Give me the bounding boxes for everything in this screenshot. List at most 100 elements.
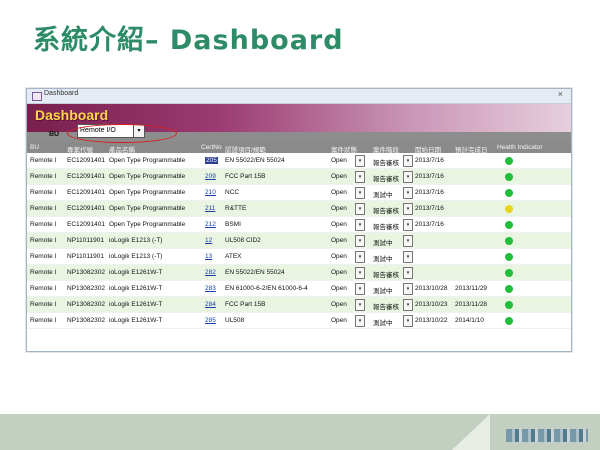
health-indicator-dot xyxy=(505,237,513,245)
bu-cell: Remote I xyxy=(30,221,57,228)
cert-no-link[interactable]: 282 xyxy=(205,269,216,276)
project-code-cell: EC12091401 xyxy=(67,173,105,180)
product-name-cell: ioLogik E1261W-T xyxy=(109,317,163,324)
dashboard-window: Dashboard × Dashboard BU Remote I/O ▾ BU… xyxy=(26,88,572,352)
status-cell: Open xyxy=(331,237,347,244)
start-date-cell: 2013/7/16 xyxy=(415,221,444,228)
cert-no-link[interactable]: 12 xyxy=(205,237,212,244)
status-dropdown-icon[interactable]: ▾ xyxy=(355,235,365,247)
status-dropdown-icon[interactable]: ▾ xyxy=(355,299,365,311)
table-row: Remote I NP13082302 ioLogik E1261W-T 284 FCC… xyxy=(27,297,571,313)
cert-no-link[interactable]: 205 xyxy=(205,157,218,164)
status-dropdown-icon[interactable]: ▾ xyxy=(355,219,365,231)
status-dropdown-icon[interactable]: ▾ xyxy=(355,155,365,167)
status-dropdown-icon[interactable]: ▾ xyxy=(355,251,365,263)
stage-dropdown-icon[interactable]: ▾ xyxy=(403,315,413,327)
bu-filter-label: BU xyxy=(49,131,60,138)
table-row: Remote I EC12091401 Open Type Programmable… xyxy=(27,153,571,169)
start-date-cell: 2013/7/16 xyxy=(415,189,444,196)
health-indicator-dot xyxy=(505,173,513,181)
stage-dropdown-icon[interactable]: ▾ xyxy=(403,283,413,295)
status-dropdown-icon[interactable]: ▾ xyxy=(355,171,365,183)
col-bu-header: BU xyxy=(30,144,40,151)
project-code-cell: NP11011901 xyxy=(67,237,104,244)
bu-cell: Remote I xyxy=(30,285,57,292)
start-date-cell: 2013/10/22 xyxy=(415,317,448,324)
spec-cell: EN 61000-6-2/EN 61000-6-4 xyxy=(225,285,308,292)
cert-no-link[interactable]: 284 xyxy=(205,301,216,308)
bu-cell: Remote I xyxy=(30,253,57,260)
table-row: Remote I NP11011901 ioLogik E1213 (-T) 12 UL… xyxy=(27,233,571,249)
stage-cell: 測試中 xyxy=(373,256,393,263)
start-date-cell: 2013/10/23 xyxy=(415,301,448,308)
stage-cell: 報告審核 xyxy=(373,272,399,279)
spec-cell: ATEX xyxy=(225,253,242,260)
product-name-cell: ioLogik E1261W-T xyxy=(109,301,163,308)
status-cell: Open xyxy=(331,317,347,324)
product-name-cell: Open Type Programmable xyxy=(109,221,186,228)
start-date-cell: 2013/10/28 xyxy=(415,285,448,292)
close-icon[interactable]: × xyxy=(558,89,563,99)
bu-cell: Remote I xyxy=(30,317,57,324)
health-indicator-dot xyxy=(505,205,513,213)
stage-dropdown-icon[interactable]: ▾ xyxy=(403,187,413,199)
status-dropdown-icon[interactable]: ▾ xyxy=(355,267,365,279)
spec-cell: R&TTE xyxy=(225,205,247,212)
bu-cell: Remote I xyxy=(30,205,57,212)
table-body: Remote I EC12091401 Open Type Programmable… xyxy=(27,153,571,329)
status-dropdown-icon[interactable]: ▾ xyxy=(355,315,365,327)
bu-cell: Remote I xyxy=(30,173,57,180)
bu-cell: Remote I xyxy=(30,157,57,164)
col-certno-header: CertNo xyxy=(201,144,222,151)
project-code-cell: EC12091401 xyxy=(67,205,105,212)
status-cell: Open xyxy=(331,189,347,196)
col-health-header: Health Indicator xyxy=(497,144,543,151)
product-name-cell: ioLogik E1213 (-T) xyxy=(109,237,163,244)
health-indicator-dot xyxy=(505,285,513,293)
stage-dropdown-icon[interactable]: ▾ xyxy=(403,155,413,167)
table-row: Remote I EC12091401 Open Type Programmable… xyxy=(27,169,571,185)
product-name-cell: Open Type Programmable xyxy=(109,189,186,196)
bu-cell: Remote I xyxy=(30,269,57,276)
cert-no-link[interactable]: 283 xyxy=(205,285,216,292)
status-cell: Open xyxy=(331,253,347,260)
form-icon xyxy=(32,92,42,101)
window-title: Dashboard xyxy=(44,90,79,97)
due-date-cell: 2014/1/10 xyxy=(455,317,484,324)
stage-dropdown-icon[interactable]: ▾ xyxy=(403,203,413,215)
stage-dropdown-icon[interactable]: ▾ xyxy=(403,171,413,183)
status-cell: Open xyxy=(331,221,347,228)
start-date-cell: 2013/7/16 xyxy=(415,157,444,164)
product-name-cell: ioLogik E1261W-T xyxy=(109,269,163,276)
project-code-cell: NP13082302 xyxy=(67,301,105,308)
health-indicator-dot xyxy=(505,317,513,325)
status-dropdown-icon[interactable]: ▾ xyxy=(355,203,365,215)
stage-cell: 測試中 xyxy=(373,192,393,199)
stage-dropdown-icon[interactable]: ▾ xyxy=(403,267,413,279)
project-code-cell: EC12091401 xyxy=(67,189,105,196)
project-code-cell: NP13082302 xyxy=(67,269,105,276)
stage-cell: 報告審核 xyxy=(373,160,399,167)
status-dropdown-icon[interactable]: ▾ xyxy=(355,283,365,295)
cert-no-link[interactable]: 13 xyxy=(205,253,212,260)
cert-no-link[interactable]: 209 xyxy=(205,173,216,180)
cert-no-link[interactable]: 210 xyxy=(205,189,216,196)
status-dropdown-icon[interactable]: ▾ xyxy=(355,187,365,199)
stage-dropdown-icon[interactable]: ▾ xyxy=(403,235,413,247)
stage-cell: 報告審核 xyxy=(373,304,399,311)
stage-dropdown-icon[interactable]: ▾ xyxy=(403,299,413,311)
stage-dropdown-icon[interactable]: ▾ xyxy=(403,219,413,231)
table-header: BU 專案代號 產品名稱 CertNo 認證項目/規範 案件狀態 案件階段 開始日期 預計完成日… xyxy=(27,142,571,154)
spec-cell: FCC Part 15B xyxy=(225,301,266,308)
bu-cell: Remote I xyxy=(30,189,57,196)
stage-cell: 測試中 xyxy=(373,320,393,327)
health-indicator-dot xyxy=(505,301,513,309)
cert-no-link[interactable]: 285 xyxy=(205,317,216,324)
company-logo xyxy=(506,429,588,442)
cert-no-link[interactable]: 211 xyxy=(205,205,215,212)
cert-no-link[interactable]: 212 xyxy=(205,221,216,228)
stage-dropdown-icon[interactable]: ▾ xyxy=(403,251,413,263)
due-date-cell: 2013/11/28 xyxy=(455,301,488,308)
project-code-cell: NP13082302 xyxy=(67,285,105,292)
window-titlebar: Dashboard × xyxy=(27,89,571,104)
